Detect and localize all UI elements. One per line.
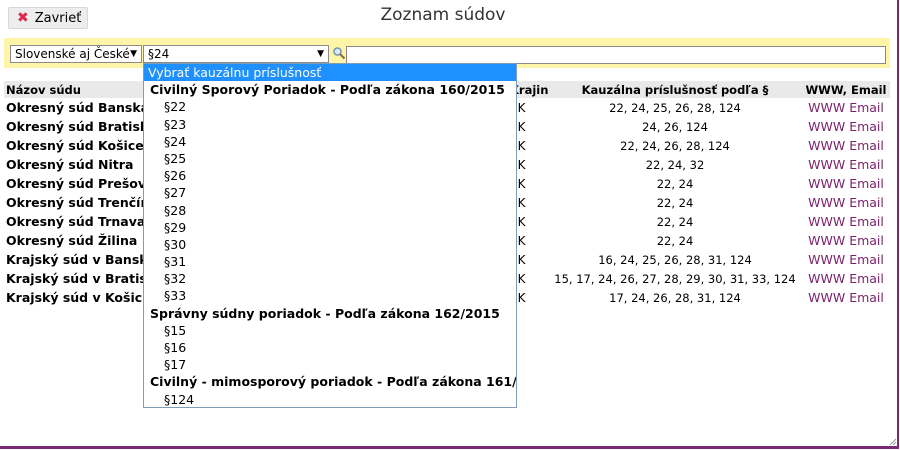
search-icon[interactable] bbox=[332, 46, 346, 60]
column-header-links: WWW, Email bbox=[802, 81, 890, 98]
email-link[interactable]: Email bbox=[849, 252, 884, 267]
email-link[interactable]: Email bbox=[849, 100, 884, 115]
www-link[interactable]: WWW bbox=[808, 100, 845, 115]
dropdown-option[interactable]: §27 bbox=[144, 184, 516, 201]
court-sections: 16, 24, 25, 26, 28, 31, 124 bbox=[598, 252, 752, 267]
court-links: WWW Email bbox=[802, 193, 890, 212]
dropdown-option[interactable]: §24 bbox=[144, 133, 516, 150]
www-link[interactable]: WWW bbox=[808, 157, 845, 172]
www-link[interactable]: WWW bbox=[808, 119, 845, 134]
court-sections: 22, 24, 26, 28, 124 bbox=[620, 138, 730, 153]
dropdown-option-placeholder[interactable]: Vybrať kauzálnu príslušnosť bbox=[144, 64, 516, 82]
court-sections: 22, 24, 25, 26, 28, 124 bbox=[609, 100, 741, 115]
dropdown-option[interactable]: §30 bbox=[144, 236, 516, 253]
resize-grip-icon[interactable] bbox=[889, 438, 897, 446]
court-sections: 24, 26, 124 bbox=[642, 119, 708, 134]
dropdown-option[interactable]: §32 bbox=[144, 270, 516, 287]
court-links: WWW Email bbox=[802, 136, 890, 155]
dropdown-option[interactable]: §33 bbox=[144, 287, 516, 304]
www-link[interactable]: WWW bbox=[808, 214, 845, 229]
email-link[interactable]: Email bbox=[849, 233, 884, 248]
page-title: Zoznam súdov bbox=[380, 5, 506, 25]
country-select-value: Slovenské aj České bbox=[15, 47, 130, 61]
section-dropdown-list[interactable]: Vybrať kauzálnu príslušnosť Civilný Sporo… bbox=[143, 63, 517, 408]
section-select[interactable]: §24 ▼ bbox=[143, 45, 329, 63]
dropdown-option[interactable]: §23 bbox=[144, 116, 516, 133]
chevron-down-icon: ▼ bbox=[317, 49, 324, 59]
dropdown-option[interactable]: §31 bbox=[144, 253, 516, 270]
www-link[interactable]: WWW bbox=[808, 138, 845, 153]
court-links: WWW Email bbox=[802, 155, 890, 174]
chevron-down-icon: ▼ bbox=[130, 49, 137, 59]
email-link[interactable]: Email bbox=[849, 119, 884, 134]
dropdown-option[interactable]: §15 bbox=[144, 322, 516, 339]
email-link[interactable]: Email bbox=[849, 176, 884, 191]
dropdown-option[interactable]: §28 bbox=[144, 202, 516, 219]
court-sections: 17, 24, 26, 28, 31, 124 bbox=[609, 290, 741, 305]
court-sections: 22, 24, 32 bbox=[645, 157, 705, 172]
court-links: WWW Email bbox=[802, 117, 890, 136]
court-links: WWW Email bbox=[802, 174, 890, 193]
www-link[interactable]: WWW bbox=[808, 195, 845, 210]
www-link[interactable]: WWW bbox=[808, 252, 845, 267]
court-links: WWW Email bbox=[802, 98, 890, 117]
www-link[interactable]: WWW bbox=[808, 176, 845, 191]
column-header-sections: Kauzálna príslušnosť podľa § bbox=[548, 81, 802, 98]
search-input[interactable] bbox=[346, 46, 886, 64]
court-sections: 22, 24 bbox=[656, 176, 694, 191]
dropdown-option[interactable]: §26 bbox=[144, 167, 516, 184]
dropdown-option[interactable]: §25 bbox=[144, 150, 516, 167]
court-sections: 22, 24 bbox=[656, 195, 694, 210]
dropdown-group-header: Správny súdny poriadok - Podľa zákona 16… bbox=[150, 305, 500, 321]
email-link[interactable]: Email bbox=[849, 195, 884, 210]
dropdown-option[interactable]: §22 bbox=[144, 98, 516, 115]
email-link[interactable]: Email bbox=[849, 214, 884, 229]
court-sections: 15, 17, 24, 26, 27, 28, 29, 30, 31, 33, … bbox=[554, 271, 796, 286]
court-links: WWW Email bbox=[802, 250, 890, 269]
email-link[interactable]: Email bbox=[849, 138, 884, 153]
court-links: WWW Email bbox=[802, 288, 890, 307]
dropdown-option[interactable]: §16 bbox=[144, 339, 516, 356]
court-links: WWW Email bbox=[802, 212, 890, 231]
dropdown-option[interactable]: §124 bbox=[144, 391, 516, 407]
email-link[interactable]: Email bbox=[849, 271, 884, 286]
dropdown-option[interactable]: §17 bbox=[144, 356, 516, 373]
dropdown-option[interactable]: §29 bbox=[144, 219, 516, 236]
court-links: WWW Email bbox=[802, 269, 890, 288]
court-sections: 22, 24 bbox=[656, 233, 694, 248]
country-select[interactable]: Slovenské aj České ▼ bbox=[10, 45, 142, 63]
section-select-value: §24 bbox=[148, 47, 170, 61]
court-sections: 22, 24 bbox=[656, 214, 694, 229]
email-link[interactable]: Email bbox=[849, 157, 884, 172]
www-link[interactable]: WWW bbox=[808, 290, 845, 305]
dropdown-group-header: Civilný - mimosporový poriadok - Podľa z… bbox=[150, 374, 517, 390]
email-link[interactable]: Email bbox=[849, 290, 884, 305]
www-link[interactable]: WWW bbox=[808, 271, 845, 286]
court-links: WWW Email bbox=[802, 231, 890, 250]
dropdown-group-header: Civilný Sporový Poriadok - Podľa zákona … bbox=[150, 82, 505, 98]
www-link[interactable]: WWW bbox=[808, 233, 845, 248]
